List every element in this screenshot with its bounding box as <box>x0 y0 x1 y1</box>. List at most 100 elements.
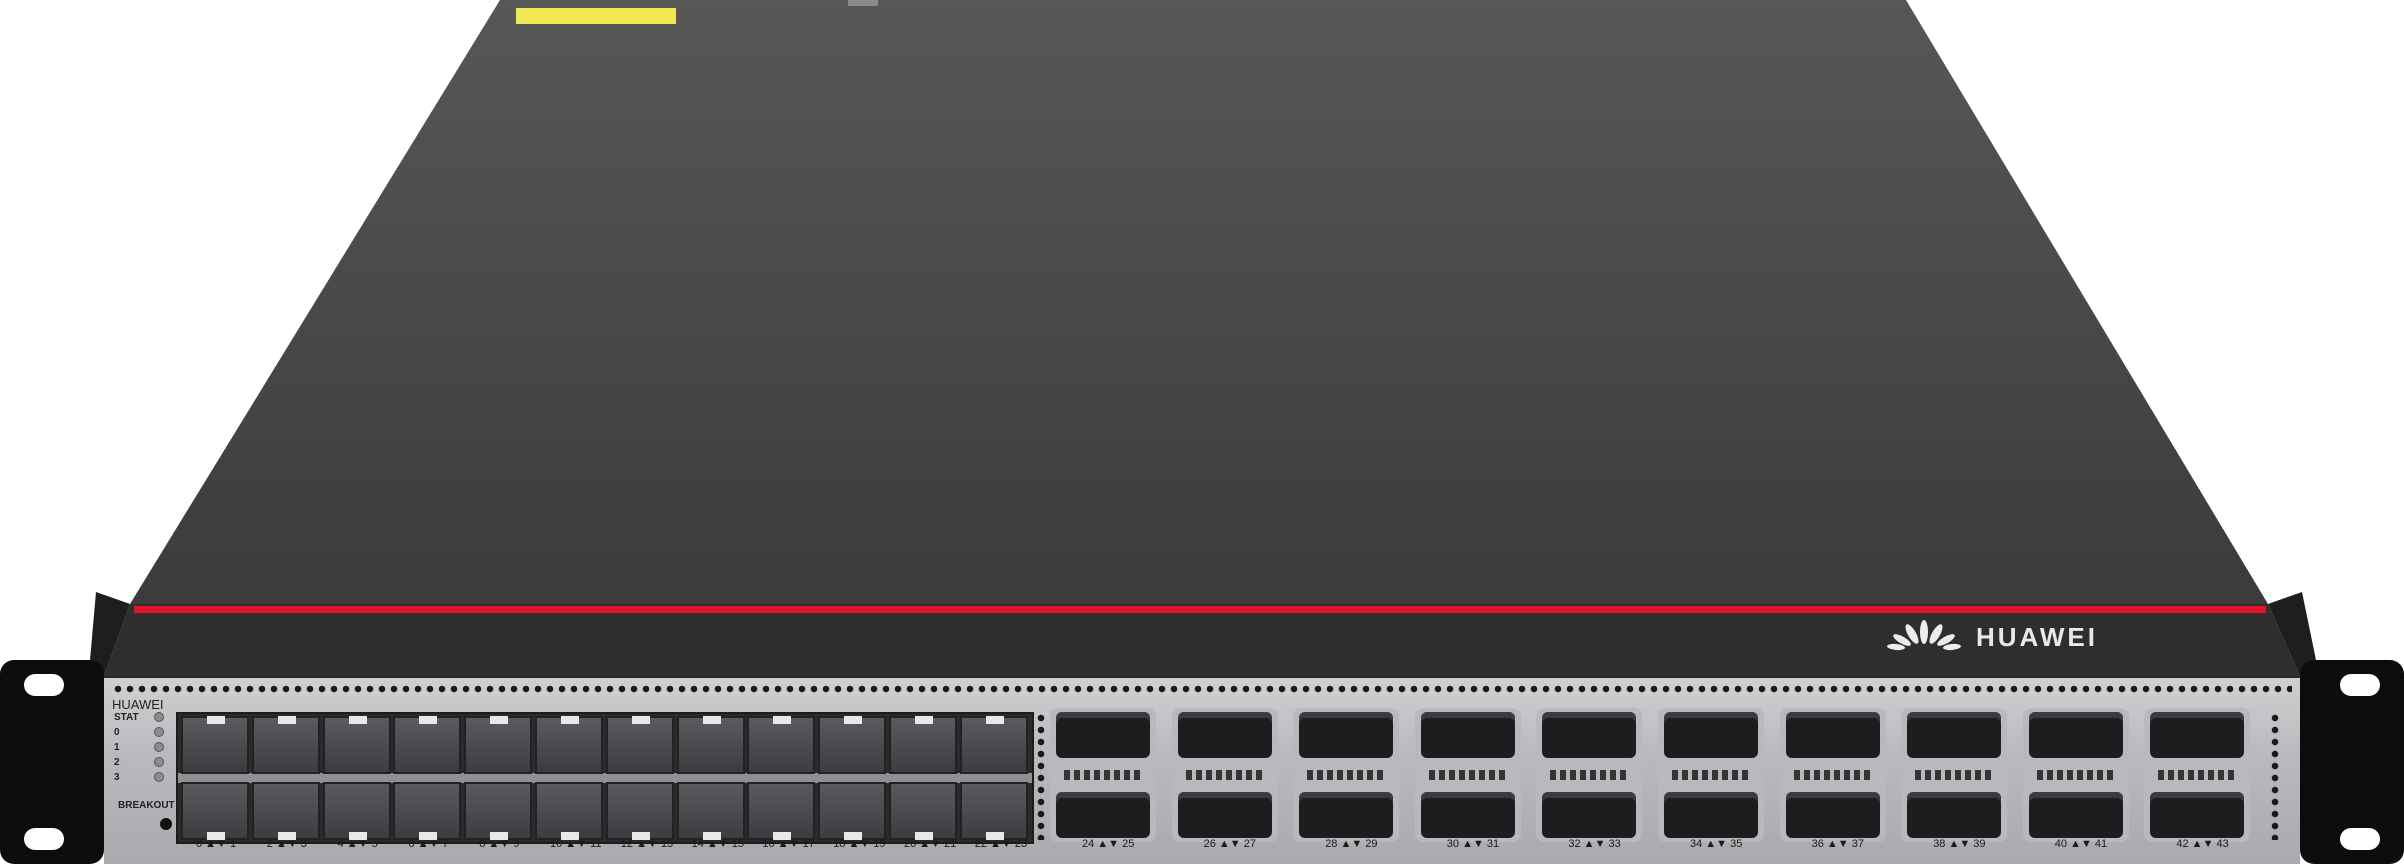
qsfp-port-pair <box>1536 708 1643 842</box>
led-label: 2 <box>114 757 120 768</box>
stat-label: STAT <box>114 712 139 723</box>
qsfp-port-pair <box>1171 708 1278 842</box>
qsfp-port[interactable] <box>1299 712 1394 758</box>
ear-mount-hole <box>2340 828 2380 850</box>
qsfp-port[interactable] <box>1056 712 1150 758</box>
status-led-2 <box>154 757 164 767</box>
sfp-latch-tab <box>985 716 1004 724</box>
sfp-latch-tab <box>561 716 579 724</box>
sfp-port[interactable] <box>464 716 533 774</box>
sfp-port[interactable] <box>747 782 816 840</box>
qsfp-port-label: 36 ▲▼ 37 <box>1811 838 1864 850</box>
qsfp-port-led-strip <box>2036 770 2115 780</box>
qsfp-port-pair <box>1658 708 1764 842</box>
sfp-latch-tab <box>348 716 367 724</box>
led-label: 3 <box>114 772 120 783</box>
qsfp-port[interactable] <box>1785 712 1880 758</box>
sfp-port[interactable] <box>959 716 1028 774</box>
sfp-port[interactable] <box>676 716 745 774</box>
qsfp-port-pair <box>2022 708 2129 842</box>
led-label: 0 <box>114 727 120 738</box>
sfp-port-label: 20 ▲▼ 21 <box>904 838 957 850</box>
qsfp-port[interactable] <box>1420 792 1515 838</box>
sfp-port[interactable] <box>818 782 887 840</box>
sfp-port[interactable] <box>605 782 674 840</box>
qsfp-port[interactable] <box>1907 792 2002 838</box>
sfp-port[interactable] <box>181 782 249 840</box>
sfp-port[interactable] <box>322 782 391 840</box>
qsfp-port-led-strip <box>1672 770 1750 780</box>
sfp-port[interactable] <box>535 716 603 774</box>
sfp-port[interactable] <box>535 782 603 840</box>
sfp-port[interactable] <box>251 782 320 840</box>
qsfp-port[interactable] <box>1542 792 1637 838</box>
faceplate-brand-label: HUAWEI <box>112 697 164 712</box>
qsfp-port-label: 42 ▲▼ 43 <box>2176 838 2229 850</box>
qsfp-port-led-strip <box>1550 770 1629 780</box>
ear-mount-hole <box>24 828 64 850</box>
status-led-0 <box>154 727 164 737</box>
qsfp-port[interactable] <box>1907 712 2002 758</box>
sfp-port-label: 8 ▲▼ 9 <box>479 838 520 850</box>
sfp-port[interactable] <box>322 716 391 774</box>
qsfp-port-led-strip <box>2158 770 2237 780</box>
breakout-label: BREAKOUT <box>118 800 175 811</box>
qsfp-port-pair <box>2144 708 2251 842</box>
sfp-port[interactable] <box>181 716 249 774</box>
sfp-port-label: 14 ▲▼ 15 <box>691 838 744 850</box>
qsfp-port-label: 28 ▲▼ 29 <box>1325 838 1378 850</box>
qsfp-port-led-strip <box>1307 770 1386 780</box>
sfp-port[interactable] <box>251 716 320 774</box>
red-accent-stripe <box>134 606 2266 613</box>
qsfp-port[interactable] <box>2150 712 2245 758</box>
sfp-latch-tab <box>277 716 296 724</box>
lid-surface <box>130 0 2268 604</box>
ear-mount-hole <box>2340 674 2380 696</box>
sfp-port[interactable] <box>959 782 1028 840</box>
qsfp-port-label: 26 ▲▼ 27 <box>1203 838 1256 850</box>
sfp-port[interactable] <box>889 782 957 840</box>
brand-wordmark: HUAWEI <box>1976 622 2098 652</box>
huawei-logo-icon <box>1887 620 1961 651</box>
sfp-port-label: 0 ▲▼ 1 <box>196 838 237 850</box>
lid-rear-tab <box>848 0 878 6</box>
qsfp-port[interactable] <box>1420 712 1515 758</box>
qsfp-port[interactable] <box>2150 792 2245 838</box>
sfp-latch-tab <box>490 716 509 724</box>
qsfp-port-led-strip <box>1793 770 1872 780</box>
sfp-port-label: 2 ▲▼ 3 <box>266 838 307 850</box>
sfp-port[interactable] <box>393 716 462 774</box>
qsfp-port[interactable] <box>1664 712 1758 758</box>
sfp-latch-tab <box>631 716 650 724</box>
breakout-button[interactable] <box>160 818 172 830</box>
qsfp-port[interactable] <box>2028 792 2123 838</box>
qsfp-port[interactable] <box>1299 792 1394 838</box>
sfp-port[interactable] <box>605 716 674 774</box>
yellow-sticker <box>516 8 676 24</box>
left-rack-ear <box>0 660 104 864</box>
vent-holes-top <box>112 682 2292 696</box>
qsfp-port[interactable] <box>1785 792 1880 838</box>
qsfp-port[interactable] <box>1664 792 1758 838</box>
qsfp-port[interactable] <box>1056 792 1150 838</box>
sfp-port[interactable] <box>818 716 887 774</box>
qsfp-port-pair <box>1293 708 1400 842</box>
qsfp-port-label: 30 ▲▼ 31 <box>1446 838 1500 850</box>
qsfp-port[interactable] <box>2028 712 2123 758</box>
sfp-port[interactable] <box>393 782 462 840</box>
qsfp-port[interactable] <box>1177 712 1272 758</box>
sfp-port[interactable] <box>889 716 957 774</box>
qsfp-port-led-strip <box>1064 770 1142 780</box>
qsfp-port-label: 40 ▲▼ 41 <box>2054 838 2108 850</box>
sfp-port-label: 10 ▲▼ 11 <box>550 838 602 850</box>
sfp-port[interactable] <box>464 782 533 840</box>
sfp-port-label: 16 ▲▼ 17 <box>762 838 815 850</box>
qsfp-port[interactable] <box>1177 792 1272 838</box>
sfp-port[interactable] <box>676 782 745 840</box>
sfp-port-block <box>176 712 1034 844</box>
qsfp-port[interactable] <box>1542 712 1637 758</box>
qsfp-port-led-strip <box>1428 770 1507 780</box>
front-bezel <box>104 604 2300 676</box>
vent-holes-right <box>2268 712 2282 840</box>
sfp-port[interactable] <box>747 716 816 774</box>
